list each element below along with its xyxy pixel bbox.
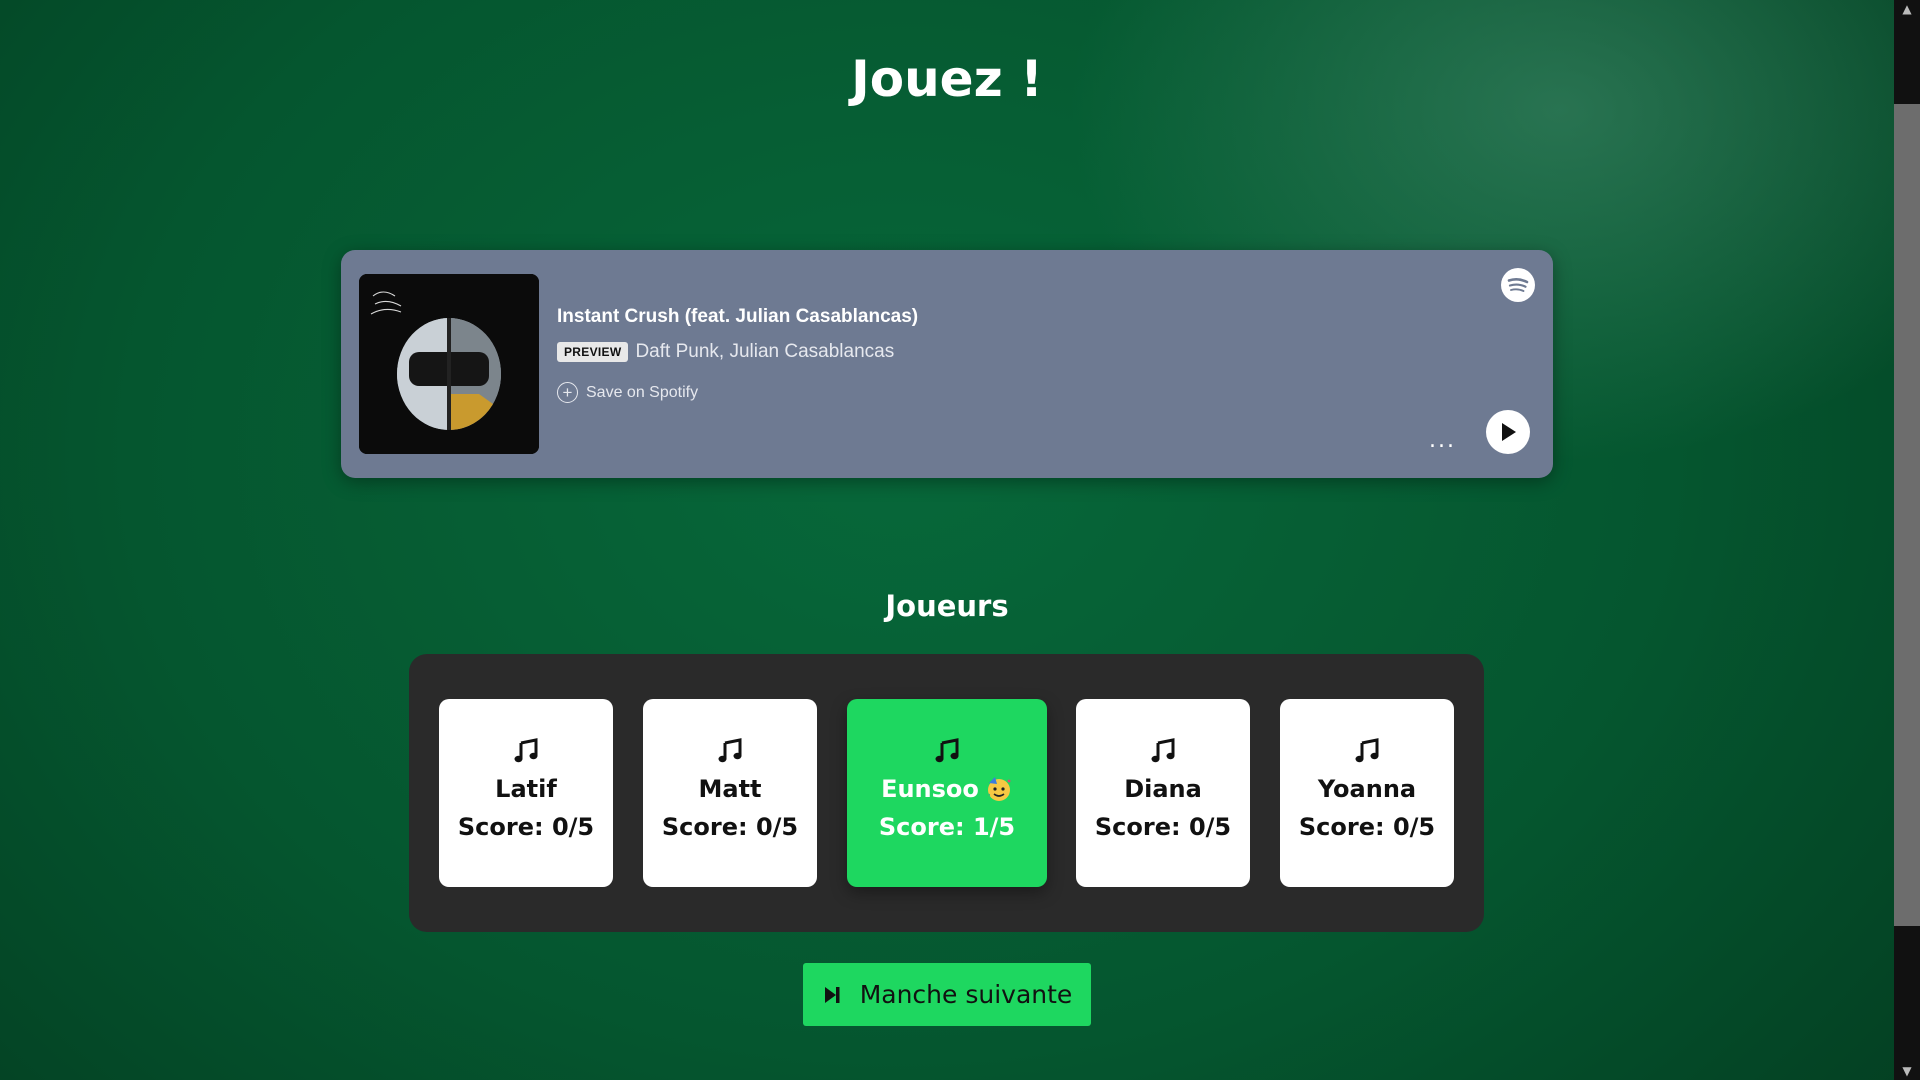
music-note-icon [935,738,959,763]
player-score: Score: 0/5 [661,813,799,841]
player-name: Latif [495,775,557,803]
players-heading: Joueurs [885,589,1009,623]
player-score: Score: 0/5 [1094,813,1232,841]
artist-names[interactable]: Daft Punk, Julian Casablancas [635,341,894,363]
player-card[interactable]: Eunsoo Score: 1/5 [847,699,1047,887]
player-card[interactable]: Matt Score: 0/5 [643,699,817,887]
player-name: Diana [1124,775,1202,803]
player-score: Score: 0/5 [1298,813,1436,841]
player-card[interactable]: Diana Score: 0/5 [1076,699,1250,887]
player-name: Matt [698,775,762,803]
music-note-icon [718,738,742,763]
player-score: Score: 0/5 [457,813,595,841]
party-face-emoji-icon [987,777,1011,801]
scroll-up-icon[interactable]: ▲ [1900,2,1914,16]
artist-row: PREVIEW Daft Punk, Julian Casablancas [557,341,894,363]
more-options-icon[interactable]: ... [1429,430,1456,452]
save-on-spotify-button[interactable]: + Save on Spotify [557,382,698,403]
album-cover [359,274,539,454]
player-card[interactable]: Latif Score: 0/5 [439,699,613,887]
scroll-down-icon[interactable]: ▼ [1900,1064,1914,1078]
next-round-button[interactable]: Manche suivante [803,963,1091,1026]
plus-circle-icon: + [557,382,578,403]
players-panel: Latif Score: 0/5 Matt Score: 0/5 Eunsoo Score… [409,654,1484,932]
play-icon [1502,423,1516,441]
game-page: Jouez ! Instant Crush (feat. Julian Casa… [0,0,1894,1080]
spotify-logo-icon[interactable] [1501,268,1535,302]
music-note-icon [1355,738,1379,763]
music-note-icon [514,738,538,763]
player-name: Eunsoo [881,775,1013,803]
preview-badge: PREVIEW [557,342,629,362]
page-title: Jouez ! [851,50,1043,108]
save-label: Save on Spotify [586,383,699,401]
page-scrollbar[interactable]: ▲ ▼ [1894,0,1920,1080]
play-button[interactable] [1486,410,1530,454]
skip-next-icon [824,986,840,1003]
player-name: Yoanna [1317,775,1417,803]
next-round-label: Manche suivante [859,980,1073,1009]
player-card[interactable]: Yoanna Score: 0/5 [1280,699,1454,887]
spotify-embed-player: Instant Crush (feat. Julian Casablancas)… [341,250,1553,478]
player-score: Score: 1/5 [878,813,1016,841]
track-title[interactable]: Instant Crush (feat. Julian Casablancas) [557,306,918,328]
music-note-icon [1151,738,1175,763]
scrollbar-thumb[interactable] [1894,104,1920,926]
